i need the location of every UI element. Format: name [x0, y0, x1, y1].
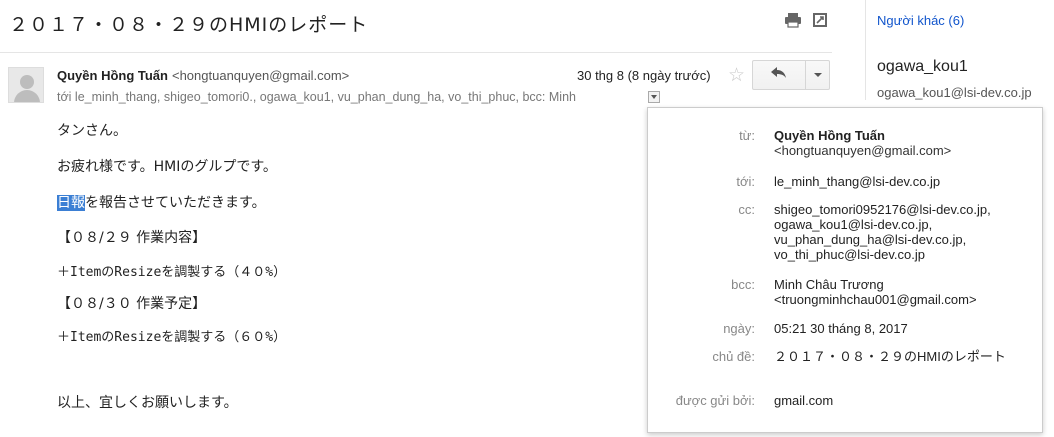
contact-email: ogawa_kou1@lsi-dev.co.jp: [877, 85, 1032, 100]
side-divider: [865, 0, 866, 100]
date-value: 05:21 30 tháng 8, 2017: [774, 321, 908, 336]
body-line: ＋ItemのResizeを調製する（４０%）: [57, 265, 287, 280]
from-value: Quyền Hồng Tuấn <hongtuanquyen@gmail.com…: [774, 128, 951, 158]
email-subject: ２０１７・０８・２９のHMIのレポート: [9, 14, 369, 36]
from-label: từ:: [739, 128, 755, 143]
others-link[interactable]: Người khác (6): [877, 13, 964, 28]
chevron-down-icon: [813, 73, 822, 77]
body-line: お疲れ様です。HMIのグルプです。: [57, 159, 277, 175]
bcc-email: <truongminhchau001@gmail.com>: [774, 292, 977, 307]
bcc-name: Minh Châu Trương: [774, 277, 884, 292]
avatar-icon[interactable]: [8, 67, 44, 103]
print-icon[interactable]: [784, 12, 802, 28]
subject-toolbar: [784, 12, 830, 28]
subject-label: chủ đề:: [712, 349, 755, 364]
show-details-button[interactable]: [648, 91, 660, 103]
mailed-by-value: gmail.com: [774, 393, 834, 408]
body-line: 日報を報告させていただきます。: [57, 192, 266, 212]
header-divider: [0, 52, 832, 53]
sender-name[interactable]: Quyền Hồng Tuấn: [57, 68, 168, 83]
cc-item: shigeo_tomori0952176@lsi-dev.co.jp,: [774, 202, 991, 217]
cc-item: vo_thi_phuc@lsi-dev.co.jp: [774, 247, 925, 262]
selected-text: 日報: [57, 195, 85, 211]
bcc-label: bcc:: [731, 277, 755, 292]
cc-item: ogawa_kou1@lsi-dev.co.jp,: [774, 217, 933, 232]
reply-icon: [771, 66, 787, 84]
to-label: tới:: [736, 174, 755, 189]
recipients-summary: tới le_minh_thang, shigeo_tomori0., ogaw…: [57, 90, 576, 104]
body-line: 以上、宜しくお願いします。: [57, 395, 238, 411]
body-line: ＋ItemのResizeを調製する（６０%）: [57, 330, 287, 345]
sender-email: <hongtuanquyen@gmail.com>: [171, 68, 350, 83]
reply-group: [752, 60, 830, 90]
from-email: <hongtuanquyen@gmail.com>: [774, 143, 952, 158]
cc-label: cc:: [738, 202, 755, 217]
new-window-icon[interactable]: [812, 12, 830, 28]
message-date: 30 thg 8 (8 ngày trước): [577, 68, 711, 83]
to-value: le_minh_thang@lsi-dev.co.jp: [774, 174, 941, 189]
cc-item: vu_phan_dung_ha@lsi-dev.co.jp,: [774, 232, 967, 247]
reply-button[interactable]: [752, 60, 806, 90]
body-line: 【０８/２９ 作業内容】: [57, 230, 207, 246]
from-name: Quyền Hồng Tuấn: [774, 128, 885, 143]
body-line: 【０８/３０ 作業予定】: [57, 296, 207, 312]
star-icon[interactable]: ☆: [728, 64, 745, 87]
details-popup: từ: Quyền Hồng Tuấn <hongtuanquyen@gmail…: [647, 107, 1043, 433]
contact-name[interactable]: ogawa_kou1: [877, 58, 968, 76]
subject-value: ２０１７・０８・２９のHMIのレポート: [774, 349, 1006, 364]
mailed-by-label: được gửi bởi:: [675, 393, 755, 408]
body-line: タンさん。: [57, 123, 127, 139]
body-text: を報告させていただきます。: [85, 195, 266, 211]
cc-value: shigeo_tomori0952176@lsi-dev.co.jp, ogaw…: [774, 202, 991, 262]
chevron-down-icon: [651, 95, 657, 99]
date-label: ngày:: [723, 321, 755, 336]
more-button[interactable]: [806, 60, 830, 90]
sender[interactable]: Quyền Hồng Tuấn <hongtuanquyen@gmail.com>: [57, 68, 349, 83]
bcc-value: Minh Châu Trương <truongminhchau001@gmai…: [774, 277, 977, 307]
